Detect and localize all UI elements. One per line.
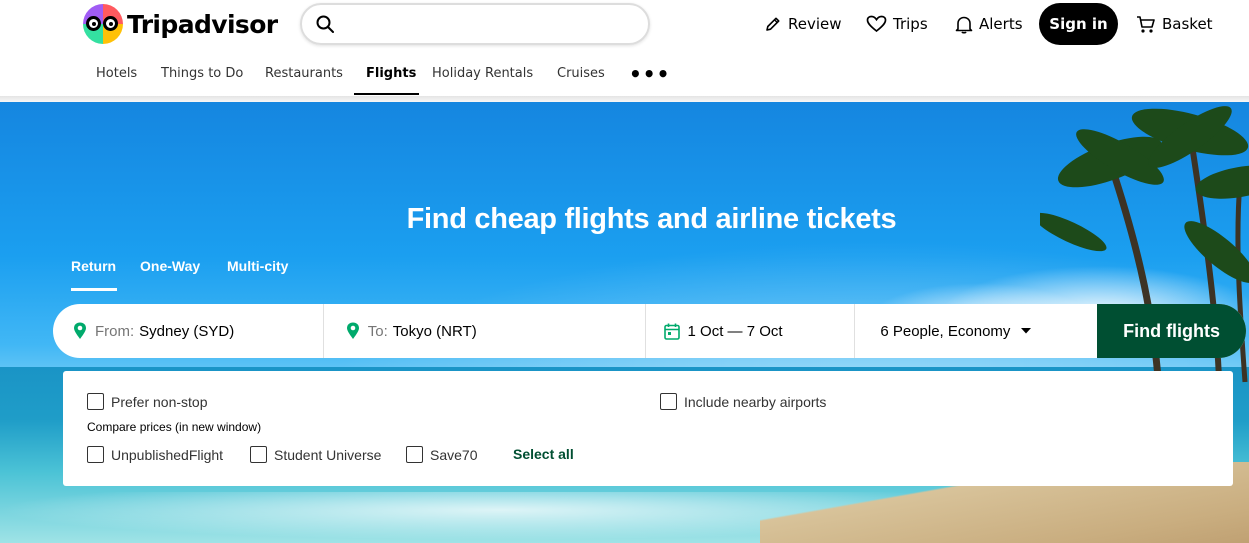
owl-eyes-icon — [83, 4, 123, 44]
nearby-airports-checkbox[interactable] — [660, 393, 677, 410]
flight-search-form: From: Sydney (SYD) To: Tokyo (NRT) 1 Oct… — [53, 304, 1246, 358]
provider-checkbox[interactable] — [250, 446, 267, 463]
compare-prices-label: Compare prices (in new window) — [87, 420, 262, 434]
map-pin-icon — [74, 322, 86, 339]
nearby-airports-option[interactable]: Include nearby airports — [660, 393, 826, 410]
to-field[interactable]: To: Tokyo (NRT) — [324, 304, 646, 358]
dates-value: 1 Oct — 7 Oct — [687, 322, 783, 340]
caret-down-icon — [1021, 328, 1032, 334]
active-trip-type-indicator — [71, 288, 117, 291]
heart-icon — [866, 15, 887, 33]
from-label: From: — [95, 322, 135, 340]
bell-icon — [955, 16, 973, 33]
tab-hotels[interactable]: Hotels — [96, 66, 137, 81]
travellers-dropdown[interactable]: 6 People, Economy — [855, 304, 1097, 358]
alerts-link[interactable]: Alerts — [955, 3, 1023, 45]
trip-type-one-way[interactable]: One-Way — [140, 258, 200, 274]
search-icon — [316, 15, 334, 33]
site-header: Tripadvisor Review Trips Alerts Sign in — [0, 0, 1249, 96]
provider-option[interactable]: UnpublishedFlight — [87, 446, 223, 463]
from-value: Sydney (SYD) — [139, 322, 235, 340]
provider-option[interactable]: Save70 — [406, 446, 477, 463]
hero-banner: Find cheap flights and airline tickets R… — [0, 102, 1249, 543]
find-flights-button[interactable]: Find flights — [1097, 304, 1246, 358]
trips-link[interactable]: Trips — [866, 3, 928, 45]
hero-title: Find cheap flights and airline tickets — [406, 203, 897, 235]
category-tabs: Hotels Things to Do Restaurants Flights … — [0, 56, 700, 96]
prefer-nonstop-label: Prefer non-stop — [111, 393, 208, 410]
alerts-label: Alerts — [979, 15, 1023, 33]
calendar-icon — [663, 323, 680, 340]
dates-field[interactable]: 1 Oct — 7 Oct — [646, 304, 856, 358]
nearby-airports-label: Include nearby airports — [684, 393, 827, 410]
trip-type-return[interactable]: Return — [71, 258, 116, 274]
brand-name: Tripadvisor — [127, 9, 278, 39]
to-value: Tokyo (NRT) — [392, 322, 477, 340]
basket-label: Basket — [1162, 15, 1213, 33]
search-input[interactable] — [344, 15, 624, 33]
provider-label: Save70 — [430, 446, 478, 463]
sign-in-button[interactable]: Sign in — [1039, 3, 1118, 45]
provider-label: UnpublishedFlight — [111, 446, 224, 463]
from-field[interactable]: From: Sydney (SYD) — [53, 304, 324, 358]
select-all-link[interactable]: Select all — [513, 446, 574, 462]
tab-restaurants[interactable]: Restaurants — [265, 66, 343, 81]
tab-things-to-do[interactable]: Things to Do — [161, 66, 243, 81]
search-options-panel: Prefer non-stop Include nearby airports … — [63, 371, 1233, 486]
map-pin-icon — [346, 322, 359, 339]
search-bar[interactable] — [300, 3, 650, 45]
tab-flights[interactable]: Flights — [366, 66, 416, 81]
review-label: Review — [788, 15, 842, 33]
provider-checkbox[interactable] — [406, 446, 423, 463]
review-link[interactable]: Review — [764, 3, 842, 45]
trip-type-multi-city[interactable]: Multi-city — [227, 258, 288, 274]
trips-label: Trips — [893, 15, 928, 33]
cart-icon — [1137, 15, 1155, 33]
tab-holiday-rentals[interactable]: Holiday Rentals — [432, 66, 533, 81]
prefer-nonstop-option[interactable]: Prefer non-stop — [87, 393, 208, 410]
basket-link[interactable]: Basket — [1136, 3, 1213, 45]
provider-label: Student Universe — [274, 446, 382, 463]
tripadvisor-logo[interactable]: Tripadvisor — [83, 3, 278, 45]
tab-cruises[interactable]: Cruises — [557, 66, 605, 81]
provider-option[interactable]: Student Universe — [250, 446, 381, 463]
more-tabs-button[interactable]: ••• — [629, 64, 670, 84]
travellers-value: 6 People, Economy — [880, 322, 1011, 340]
active-tab-indicator — [354, 93, 419, 95]
pencil-icon — [766, 17, 780, 31]
prefer-nonstop-checkbox[interactable] — [87, 393, 104, 410]
to-label: To: — [367, 322, 388, 340]
provider-checkbox[interactable] — [87, 446, 104, 463]
